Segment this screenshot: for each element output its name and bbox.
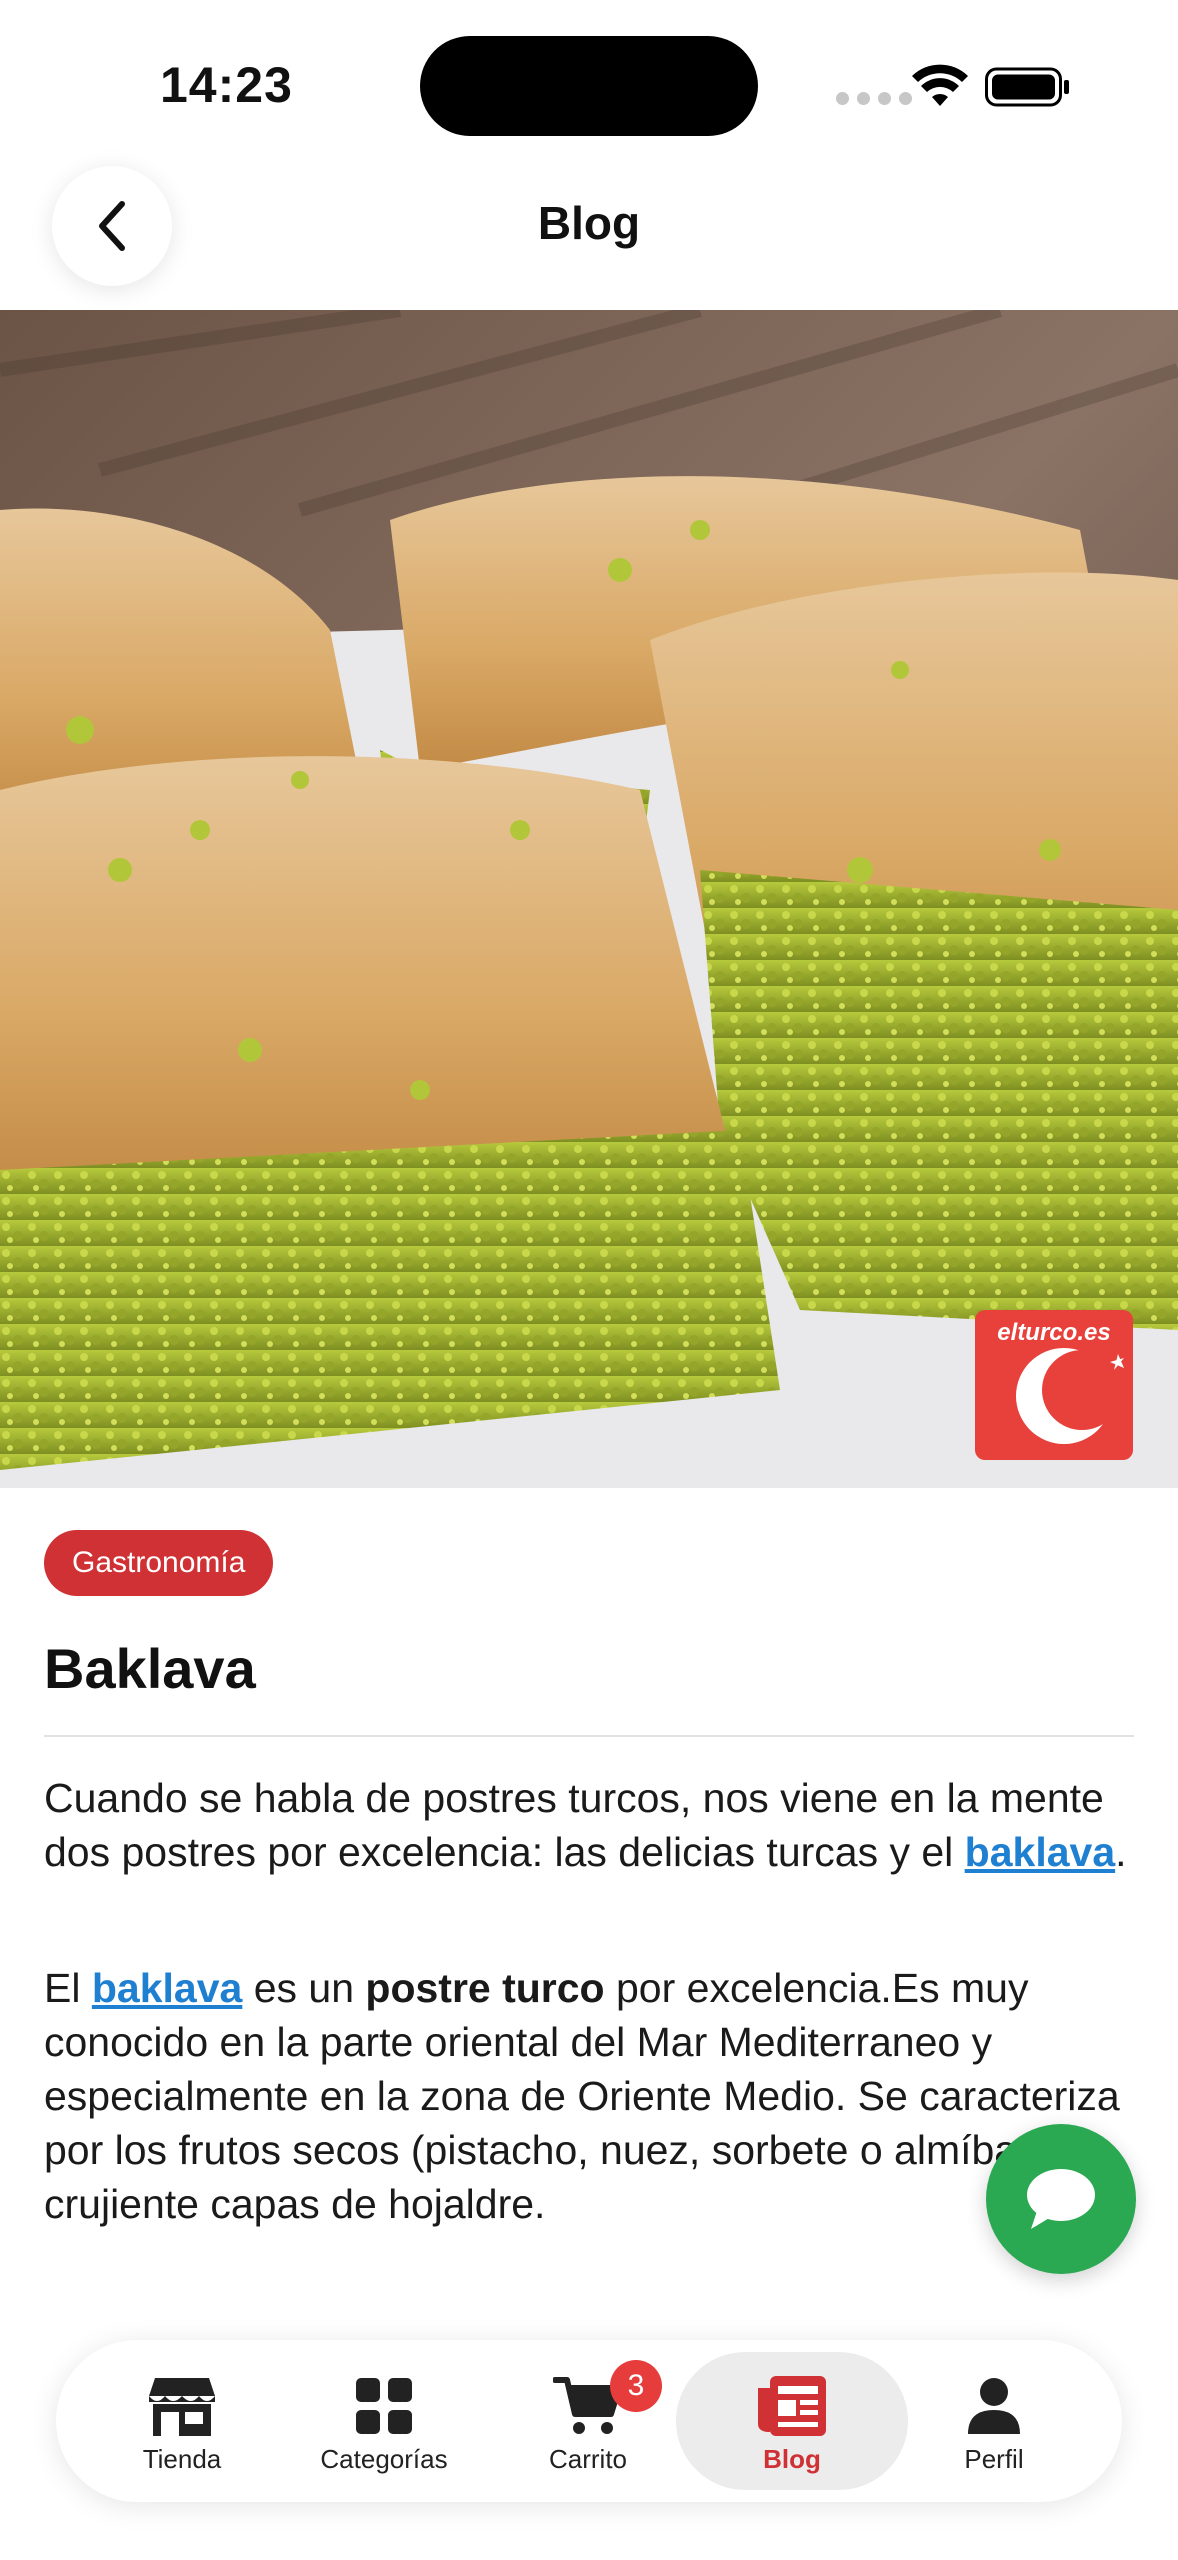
chat-button[interactable] xyxy=(986,2124,1136,2274)
newspaper-icon xyxy=(758,2376,826,2436)
svg-text:elturco.es: elturco.es xyxy=(997,1319,1110,1346)
tab-tienda[interactable]: Tienda xyxy=(82,2352,282,2490)
tab-label: Blog xyxy=(763,2444,821,2474)
baklava-link[interactable]: baklava xyxy=(965,1829,1115,1875)
tab-label: Perfil xyxy=(964,2444,1024,2474)
status-bar: 14:23 xyxy=(0,0,1178,150)
article-title: Baklava xyxy=(44,1637,256,1700)
baklava-link[interactable]: baklava xyxy=(92,1965,242,2011)
signal-icon xyxy=(836,92,912,105)
tab-label: Tienda xyxy=(142,2444,222,2474)
article-content: Gastronomía Baklava Cuando se habla de p… xyxy=(44,1530,1134,2231)
status-time: 14:23 xyxy=(160,57,293,113)
page-title: Blog xyxy=(537,197,641,249)
tab-label: Categorías xyxy=(320,2444,448,2474)
header: Blog xyxy=(0,150,1178,310)
tab-blog[interactable]: Blog xyxy=(676,2352,908,2490)
hero-image: elturco.es xyxy=(0,310,1178,1488)
bottom-tab-bar: Tienda Categorías 3 Carrito Blog Perfil xyxy=(56,2340,1122,2502)
person-icon xyxy=(968,2378,1020,2434)
tab-label: Carrito xyxy=(548,2444,627,2474)
grid-icon xyxy=(356,2378,412,2434)
wifi-icon xyxy=(912,64,968,106)
dynamic-island xyxy=(420,36,758,136)
battery-icon xyxy=(985,67,1069,107)
store-icon xyxy=(149,2378,215,2436)
divider xyxy=(44,1735,1134,1737)
category-badge[interactable]: Gastronomía xyxy=(44,1530,274,1596)
article-paragraph: El baklava es un postre turco por excele… xyxy=(44,1965,1120,2227)
article-paragraph: Cuando se habla de postres turcos, nos v… xyxy=(44,1775,1127,1875)
chat-bubble-icon xyxy=(1027,2169,1095,2229)
cart-count-badge: 3 xyxy=(610,2360,662,2412)
tab-perfil[interactable]: Perfil xyxy=(894,2352,1094,2490)
tab-categorias[interactable]: Categorías xyxy=(284,2352,484,2490)
tab-carrito[interactable]: 3 Carrito xyxy=(488,2352,688,2490)
